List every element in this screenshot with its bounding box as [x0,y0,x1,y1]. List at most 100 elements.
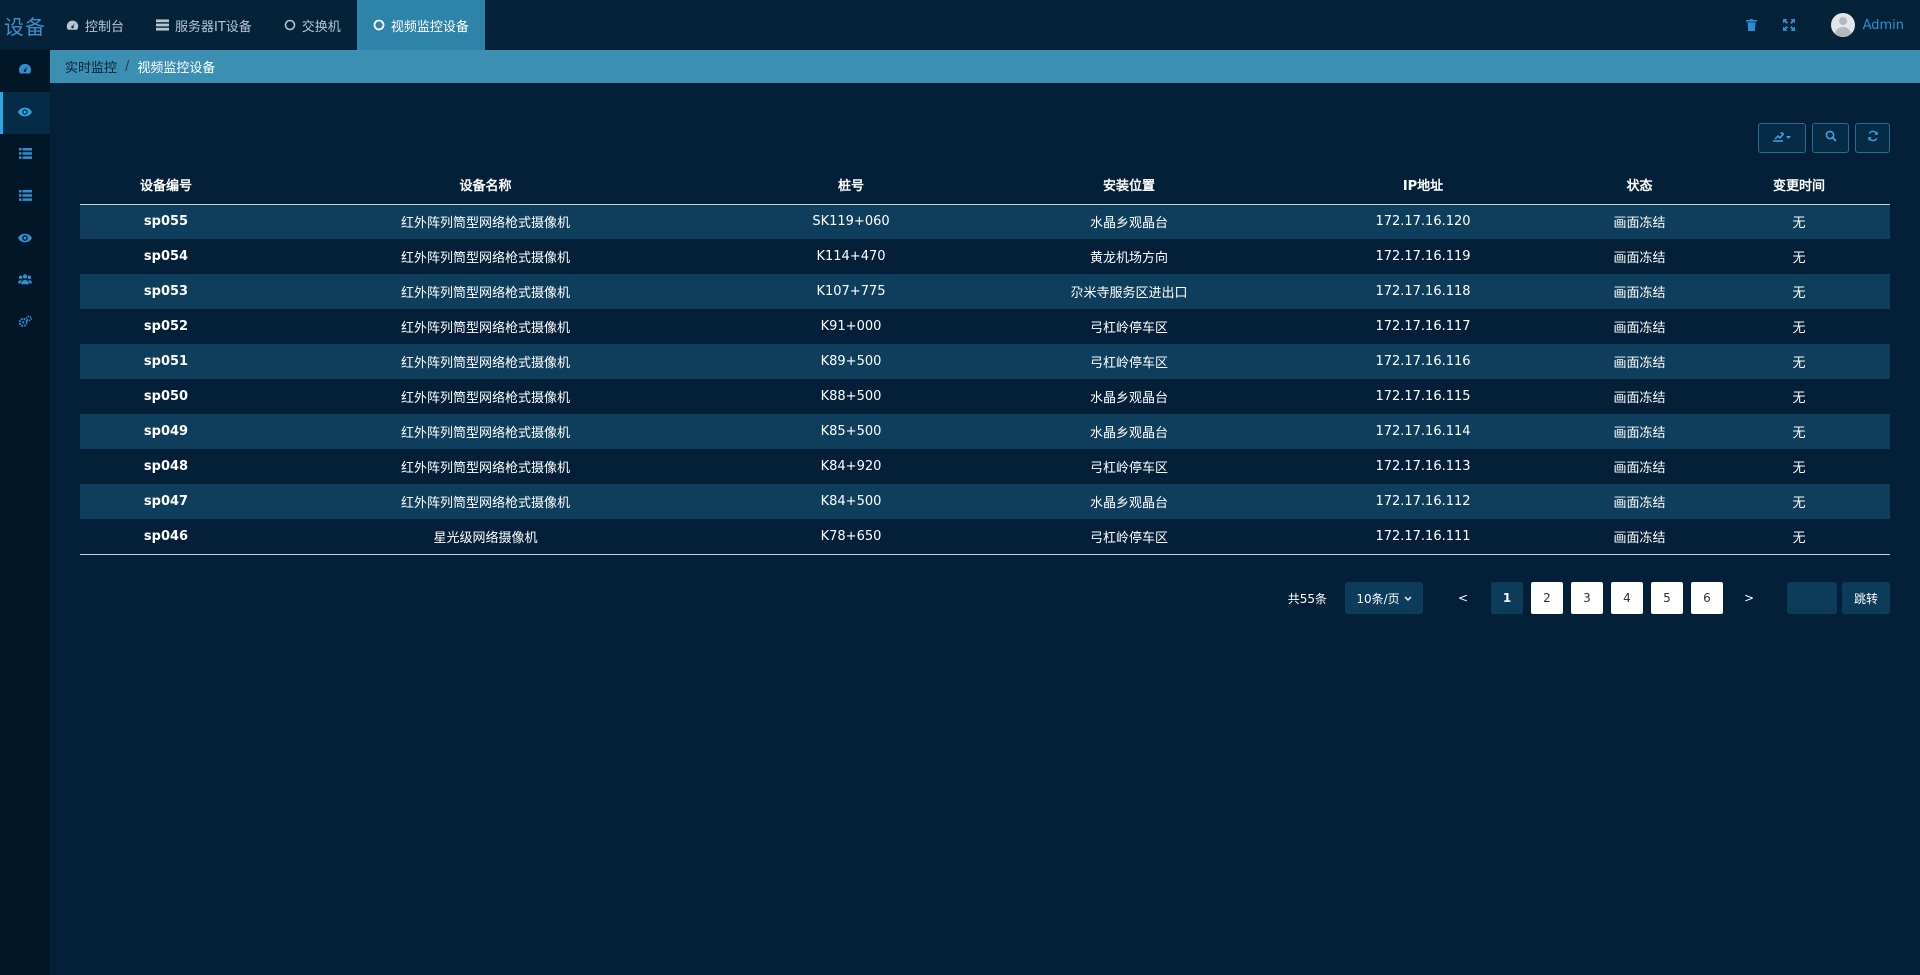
table-row[interactable]: sp049 红外阵列筒型网络枪式摄像机 K85+500 水晶乡观晶台 172.1… [80,414,1890,449]
user-menu[interactable]: Admin [1830,13,1904,37]
cell-name: 红外阵列筒型网络枪式摄像机 [400,216,570,232]
table-row[interactable]: sp050 红外阵列筒型网络枪式摄像机 K88+500 水晶乡观晶台 172.1… [80,379,1890,414]
table-row[interactable]: sp048 红外阵列筒型网络枪式摄像机 K84+920 弓杠岭停车区 172.1… [80,449,1890,484]
total-count: 共55条 [1287,591,1327,606]
cell-name: 红外阵列筒型网络枪式摄像机 [400,356,570,371]
table-row[interactable]: sp052 红外阵列筒型网络枪式摄像机 K91+000 弓杠岭停车区 172.1… [80,309,1890,344]
users-icon [18,273,32,289]
export-icon [1772,131,1792,146]
cell-changed: 无 [1792,426,1806,441]
cell-ip: 172.17.16.114 [1375,424,1471,439]
jump-button[interactable]: 跳转 [1842,582,1890,614]
cell-changed: 无 [1792,321,1806,336]
cell-stake: K84+920 [820,459,882,474]
table-row[interactable]: sp053 红外阵列筒型网络枪式摄像机 K107+775 尕米寺服务区进出口 1… [80,274,1890,309]
prev-page-button[interactable]: < [1451,591,1475,605]
app-logo[interactable]: 设备 [0,0,50,50]
sidebar [0,50,50,975]
cell-status: 画面冻结 [1613,356,1666,371]
cell-status: 画面冻结 [1613,216,1666,232]
sidebar-item-list[interactable] [0,134,50,176]
refresh-button[interactable] [1855,123,1890,153]
device-table: 设备编号 设备名称 桩号 安装位置 IP地址 状态 变更时间 sp055 红外阵… [80,166,1890,555]
table-row[interactable]: sp046 星光级网络摄像机 K78+650 弓杠岭停车区 172.17.16.… [80,519,1890,555]
cell-stake: K84+500 [820,494,882,509]
circle-icon [373,19,385,31]
cell-stake: SK119+060 [812,214,890,230]
column-header-status[interactable]: 状态 [1571,166,1708,205]
cell-code: sp046 [80,519,252,555]
cell-changed: 无 [1792,461,1806,476]
breadcrumb: 实时监控 / 视频监控设备 [50,50,1920,83]
search-button[interactable] [1812,123,1849,153]
page-button-2[interactable]: 2 [1531,582,1563,614]
cell-stake: K88+500 [820,389,882,404]
cell-name: 星光级网络摄像机 [252,519,719,555]
trash-icon[interactable] [1745,19,1757,31]
jump-page-input[interactable] [1787,582,1837,614]
page-button-3[interactable]: 3 [1571,582,1603,614]
column-header-ip[interactable]: IP地址 [1275,166,1571,205]
cell-changed: 无 [1792,356,1806,371]
cell-location: 弓杠岭停车区 [1089,461,1168,476]
cell-code: sp055 [143,214,189,230]
top-nav: 控制台 服务器IT设备 交换机 视频监控设备 [50,0,485,50]
cell-location: 弓杠岭停车区 [1089,321,1168,336]
breadcrumb-parent[interactable]: 实时监控 [65,57,117,76]
cell-code: sp053 [143,284,189,299]
sidebar-item-view[interactable] [0,218,50,260]
cell-location: 弓杠岭停车区 [1089,356,1168,371]
page-button-4[interactable]: 4 [1611,582,1643,614]
table-row[interactable]: sp054 红外阵列筒型网络枪式摄像机 K114+470 黄龙机场方向 172.… [80,239,1890,274]
cell-name: 红外阵列筒型网络枪式摄像机 [400,426,570,441]
table-row[interactable]: sp051 红外阵列筒型网络枪式摄像机 K89+500 弓杠岭停车区 172.1… [80,344,1890,379]
sidebar-item-users[interactable] [0,260,50,302]
sidebar-item-dashboard[interactable] [0,50,50,92]
column-header-code[interactable]: 设备编号 [80,166,252,205]
column-header-changed[interactable]: 变更时间 [1708,166,1890,205]
cell-code: sp052 [143,319,189,334]
cell-changed: 无 [1792,286,1806,301]
sidebar-item-monitor[interactable] [0,92,50,134]
table-row[interactable]: sp055 红外阵列筒型网络枪式摄像机 SK119+060 水晶乡观晶台 172… [80,204,1890,239]
cell-location: 水晶乡观晶台 [1089,216,1168,232]
nav-item-video-monitor[interactable]: 视频监控设备 [356,0,485,50]
cell-ip: 172.17.16.116 [1375,354,1471,369]
sidebar-item-list-2[interactable] [0,176,50,218]
cell-name: 红外阵列筒型网络枪式摄像机 [400,496,570,511]
list-icon [18,189,32,205]
cell-stake: K114+470 [816,249,886,264]
chevron-down-icon [1404,591,1412,605]
next-page-button[interactable]: > [1737,591,1761,605]
column-header-stake[interactable]: 桩号 [719,166,983,205]
eye-icon [18,232,32,247]
export-button[interactable] [1758,123,1806,153]
cell-ip: 172.17.16.112 [1375,494,1471,509]
cell-ip: 172.17.16.111 [1275,519,1571,555]
cell-name: 红外阵列筒型网络枪式摄像机 [400,286,570,301]
cell-location: 尕米寺服务区进出口 [1070,286,1188,301]
cell-status: 画面冻结 [1613,426,1666,441]
fullscreen-icon[interactable] [1782,19,1795,31]
page-size-select[interactable]: 10条/页 [1345,582,1423,614]
page-button-5[interactable]: 5 [1651,582,1683,614]
column-header-name[interactable]: 设备名称 [252,166,719,205]
cell-location: 弓杠岭停车区 [983,519,1275,555]
nav-item-switch[interactable]: 交换机 [268,0,357,50]
page-button-1[interactable]: 1 [1491,582,1523,614]
page-button-6[interactable]: 6 [1691,582,1723,614]
cell-name: 红外阵列筒型网络枪式摄像机 [400,391,570,406]
cell-changed: 无 [1792,216,1806,232]
nav-item-dashboard[interactable]: 控制台 [50,0,140,50]
cell-code: sp054 [143,249,189,264]
cell-changed: 无 [1708,519,1890,555]
user-name: Admin [1862,17,1904,33]
cell-name: 红外阵列筒型网络枪式摄像机 [400,251,570,266]
cell-stake: K89+500 [820,354,882,369]
cell-ip: 172.17.16.115 [1375,389,1471,404]
cell-code: sp048 [143,459,189,474]
table-row[interactable]: sp047 红外阵列筒型网络枪式摄像机 K84+500 水晶乡观晶台 172.1… [80,484,1890,519]
column-header-location[interactable]: 安装位置 [983,166,1275,205]
nav-item-server[interactable]: 服务器IT设备 [140,0,268,50]
sidebar-item-settings[interactable] [0,302,50,344]
